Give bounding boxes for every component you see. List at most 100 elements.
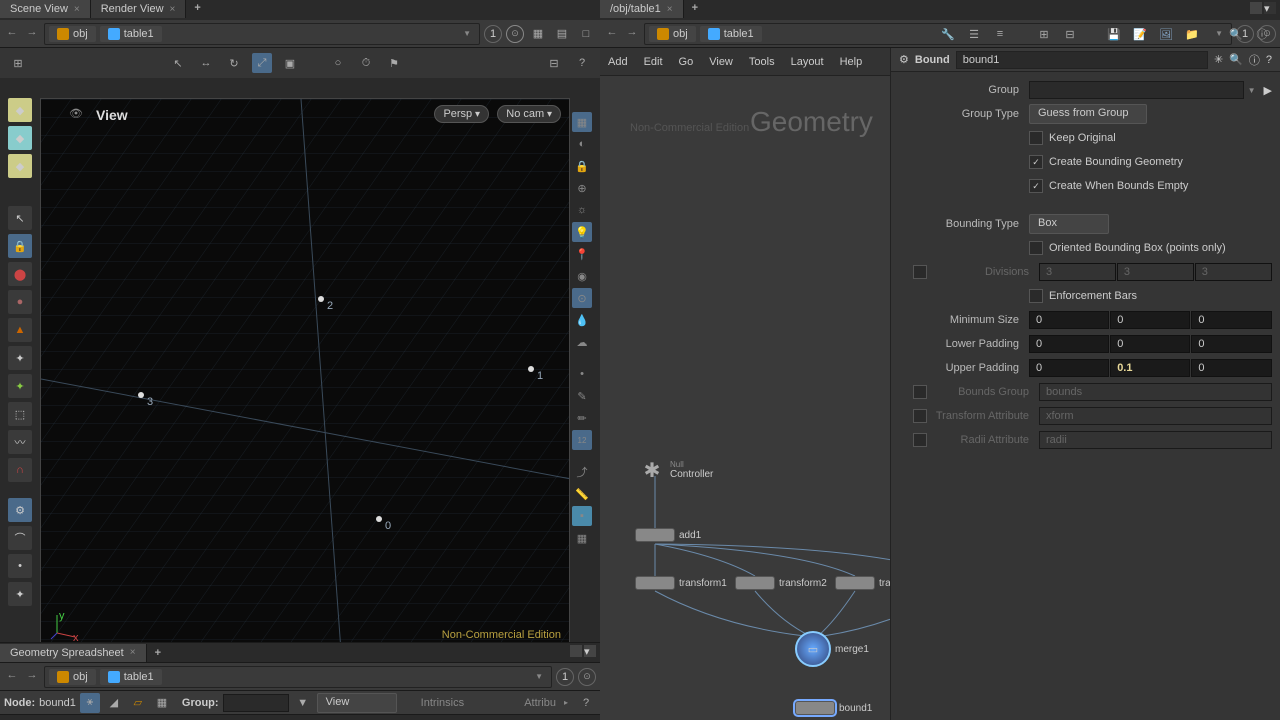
toggle-xform[interactable] xyxy=(913,409,927,423)
check-oriented[interactable] xyxy=(1029,241,1043,255)
save-icon[interactable]: 💾 xyxy=(1104,24,1124,44)
gear2-icon[interactable]: ✳ xyxy=(1214,53,1223,66)
tool-select[interactable]: ◆ xyxy=(8,126,32,150)
link-button[interactable]: ⊙ xyxy=(578,668,596,686)
scale-icon[interactable]: ⤢ xyxy=(252,53,272,73)
nav-back-icon[interactable]: ← xyxy=(604,26,620,42)
close-icon[interactable]: × xyxy=(130,647,136,658)
detail-icon[interactable]: ▦ xyxy=(152,693,172,713)
node-controller[interactable]: ✱ NullController xyxy=(638,456,713,484)
input-lp-z[interactable] xyxy=(1191,335,1271,353)
shade-wire-icon[interactable]: ▦ xyxy=(572,112,592,132)
camera-button[interactable]: No cam ▾ xyxy=(497,105,561,123)
lock-icon[interactable]: 🔒 xyxy=(572,156,592,176)
camera-icon[interactable]: ▣ xyxy=(280,53,300,73)
shade-icon[interactable]: ◐ xyxy=(572,134,592,154)
input-lp-x[interactable] xyxy=(1029,335,1109,353)
tab-spreadsheet[interactable]: Geometry Spreadsheet× xyxy=(0,644,147,662)
select-icon[interactable]: ↖ xyxy=(168,53,188,73)
translate-icon[interactable]: ↔ xyxy=(196,53,216,73)
flag-icon[interactable]: ⚑ xyxy=(384,53,404,73)
nav-forward-icon[interactable]: → xyxy=(24,669,40,685)
help-icon[interactable]: ? xyxy=(576,693,596,713)
add-tab-button[interactable]: + xyxy=(684,0,706,20)
check-create-bg[interactable] xyxy=(1029,155,1043,169)
render-icon[interactable]: □ xyxy=(576,24,596,44)
path-context[interactable]: obj xyxy=(49,669,96,685)
nav-forward-icon[interactable]: → xyxy=(624,26,640,42)
menu-edit[interactable]: Edit xyxy=(644,56,663,68)
image-icon[interactable]: 🖼 xyxy=(1156,24,1176,44)
list-icon[interactable]: ☰ xyxy=(964,24,984,44)
cloud-icon[interactable]: ☁ xyxy=(572,332,592,352)
menu-help[interactable]: Help xyxy=(840,56,863,68)
toggle-divisions[interactable] xyxy=(913,265,927,279)
intrinsics-label[interactable]: Intrinsics xyxy=(421,697,464,709)
tool-axis[interactable]: ✦ xyxy=(8,374,32,398)
check-keep-original[interactable] xyxy=(1029,131,1043,145)
help-icon[interactable]: ? xyxy=(1266,54,1272,66)
tool-xyz[interactable]: ✦ xyxy=(8,582,32,606)
tab-render-view[interactable]: Render View× xyxy=(91,0,187,18)
menu-layout[interactable]: Layout xyxy=(791,56,824,68)
select-grouptype[interactable]: Guess from Group xyxy=(1029,104,1147,124)
light-icon[interactable]: ☼ xyxy=(572,200,592,220)
add-tab-button[interactable]: + xyxy=(147,645,169,661)
path-node[interactable]: table1 xyxy=(100,26,162,42)
path-node[interactable]: table1 xyxy=(700,26,762,42)
points-icon[interactable]: ⚹ xyxy=(80,693,100,713)
filter-icon[interactable]: ▼ xyxy=(293,693,313,713)
tool-box[interactable]: ⬚ xyxy=(8,402,32,426)
close-icon[interactable]: × xyxy=(667,4,673,15)
input-up-y[interactable] xyxy=(1110,359,1190,377)
network-view[interactable]: Non-Commercial Edition Geometry ✱ NullCo… xyxy=(600,76,890,720)
tool-arc[interactable]: ⌒ xyxy=(8,526,32,550)
prims-icon[interactable]: ▱ xyxy=(128,693,148,713)
tool-view[interactable]: ◆ xyxy=(8,98,32,122)
color-icon[interactable]: ▪ xyxy=(572,506,592,526)
tool-magnet[interactable]: ∩ xyxy=(8,458,32,482)
pin-icon[interactable]: 📍 xyxy=(572,244,592,264)
tool-sphere[interactable]: ● xyxy=(8,290,32,314)
marker-icon[interactable]: ◉ xyxy=(572,266,592,286)
layout-icon[interactable]: ⊟ xyxy=(544,53,564,73)
grid1-icon[interactable]: ⊞ xyxy=(1034,24,1054,44)
path-node[interactable]: table1 xyxy=(100,669,162,685)
chevron-down-icon[interactable]: ▼ xyxy=(1244,86,1260,95)
toggle-radii[interactable] xyxy=(913,433,927,447)
help-icon[interactable]: ? xyxy=(572,53,592,73)
grid2-icon[interactable]: ⊟ xyxy=(1060,24,1080,44)
toggle-bounds-group[interactable] xyxy=(913,385,927,399)
menu-tools[interactable]: Tools xyxy=(749,56,775,68)
path-context[interactable]: obj xyxy=(649,26,696,42)
pin-button[interactable]: 1 xyxy=(484,25,502,43)
folder-icon[interactable]: 📁 xyxy=(1182,24,1202,44)
tool-curve[interactable]: 〰 xyxy=(8,430,32,454)
pen-icon[interactable]: ✎ xyxy=(572,386,592,406)
pane-menu-icon[interactable]: ▾ xyxy=(584,645,596,657)
grid-icon[interactable]: ⊞ xyxy=(8,53,28,73)
tool-person[interactable]: ⬤ xyxy=(8,262,32,286)
note-icon[interactable]: 📝 xyxy=(1130,24,1150,44)
verts-icon[interactable]: ◢ xyxy=(104,693,124,713)
tab-obj-table1[interactable]: /obj/table1× xyxy=(600,0,684,18)
tab-scene-view[interactable]: Scene View× xyxy=(0,0,91,18)
menu-add[interactable]: Add xyxy=(608,56,628,68)
list2-icon[interactable]: ≡ xyxy=(990,24,1010,44)
node-transform2[interactable]: transform2 xyxy=(735,576,827,590)
input-min-z[interactable] xyxy=(1191,311,1271,329)
clock-icon[interactable]: ⏱ xyxy=(356,53,376,73)
circle-icon[interactable]: ○ xyxy=(328,53,348,73)
eye-icon[interactable]: 👁 xyxy=(69,107,87,125)
tool-edit[interactable]: ◆ xyxy=(8,154,32,178)
input-up-x[interactable] xyxy=(1029,359,1109,377)
ruler-icon[interactable]: 📏 xyxy=(572,484,592,504)
node-transform3[interactable]: transform3 xyxy=(835,576,890,590)
info-icon[interactable]: ⓘ xyxy=(1249,52,1260,68)
wrench-icon[interactable]: 🔧 xyxy=(938,24,958,44)
node-transform1[interactable]: transform1 xyxy=(635,576,727,590)
nav-back-icon[interactable]: ← xyxy=(4,26,20,42)
view-select[interactable]: View xyxy=(317,693,397,713)
select-bounding-type[interactable]: Box xyxy=(1029,214,1109,234)
chevron-down-icon[interactable]: ▼ xyxy=(459,29,475,38)
